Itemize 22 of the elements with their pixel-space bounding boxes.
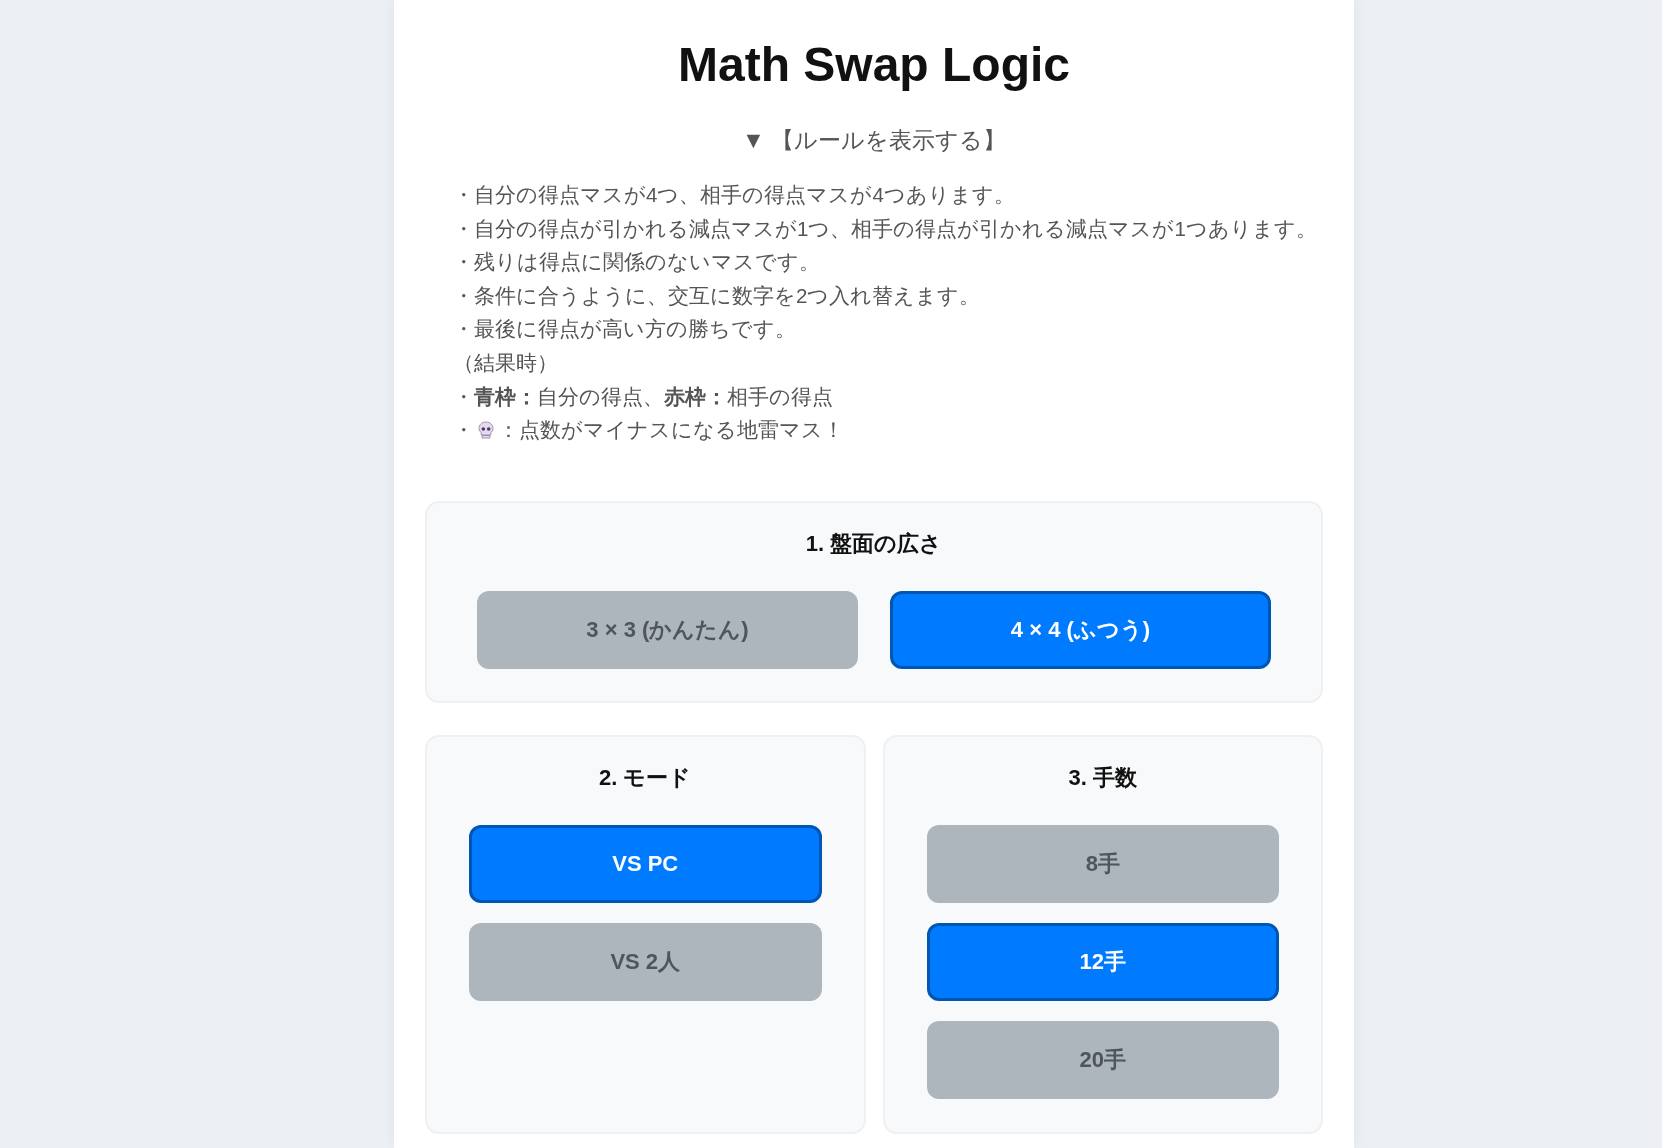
- option-button[interactable]: 8手: [926, 824, 1279, 903]
- panel-heading: 2. モード: [598, 763, 693, 792]
- rule-text: （結果時）: [453, 349, 559, 376]
- option-button[interactable]: 4 × 4 (ふつう): [890, 590, 1271, 669]
- option-button[interactable]: 12手: [926, 922, 1279, 1001]
- panel-heading: 1. 盤面の広さ: [804, 529, 944, 558]
- option-button[interactable]: 20手: [926, 1020, 1279, 1099]
- option-button[interactable]: VS 2人: [469, 922, 822, 1001]
- rule-text: ・自分の得点マスが4つ、相手の得点マスが4つあります。: [453, 182, 1016, 208]
- skull-icon: [476, 419, 496, 440]
- rule-text: ：点数がマイナスになる地雷マス！: [498, 417, 844, 444]
- panel-heading: 3. 手数: [1067, 763, 1138, 792]
- rule-text: ・最後に得点が高い方の勝ちです。: [453, 316, 797, 343]
- rule-text: ・残りは得点に関係のないマスです。: [453, 249, 821, 276]
- rules-toggle[interactable]: ▼ 【ルールを表示する】: [741, 127, 1007, 153]
- option-button[interactable]: VS PC: [469, 824, 822, 903]
- rule-text: ・青枠：自分の得点、赤枠：相手の得点: [453, 383, 834, 410]
- rule-text: ・自分の得点が引かれる減点マスが1つ、相手の得点が引かれる減点マスが1つあります。: [453, 215, 1318, 242]
- page-title: Math Swap Logic: [677, 37, 1071, 93]
- rule-text: ・条件に合うように、交互に数字を2つ入れ替えます。: [453, 282, 982, 309]
- option-button[interactable]: 3 × 3 (かんたん): [477, 590, 858, 669]
- bullet-text: ・: [453, 417, 474, 444]
